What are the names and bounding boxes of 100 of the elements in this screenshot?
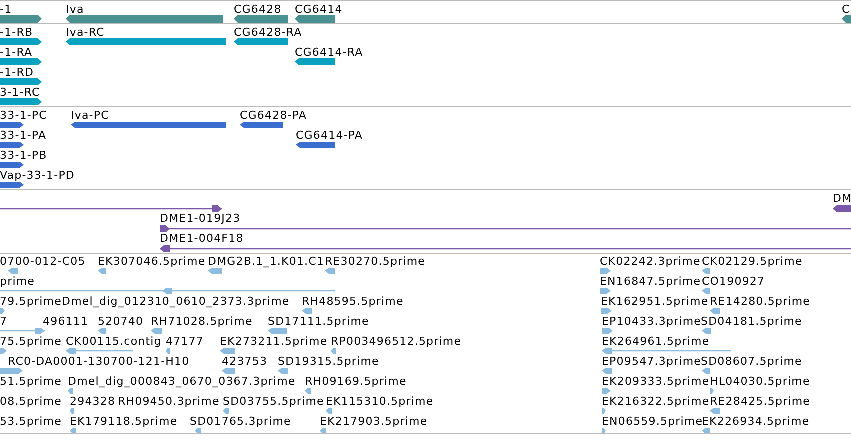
est-label: EK162951.5prime bbox=[601, 295, 709, 308]
protein-glyph[interactable] bbox=[0, 141, 24, 149]
transcript-glyph[interactable] bbox=[234, 38, 288, 46]
protein-label: 33-1-PA bbox=[0, 129, 47, 142]
gene-glyph[interactable] bbox=[842, 15, 851, 23]
est-glyph[interactable] bbox=[600, 267, 611, 275]
est-glyph[interactable] bbox=[702, 327, 711, 335]
est-glyph[interactable] bbox=[302, 307, 312, 315]
protein-label: 33-1-PC bbox=[0, 109, 48, 122]
est-glyph[interactable] bbox=[268, 327, 287, 335]
est-label: 294328 bbox=[70, 395, 116, 408]
est-glyph[interactable] bbox=[702, 427, 710, 433]
transcript-glyph[interactable] bbox=[66, 38, 226, 46]
est-label: 496111 bbox=[43, 315, 89, 328]
est-glyph[interactable] bbox=[223, 407, 229, 415]
est-label: EK209333.5prime bbox=[602, 375, 710, 388]
est-glyph[interactable] bbox=[710, 407, 720, 415]
transcript-label: -1-RB bbox=[0, 26, 34, 39]
clone-glyph[interactable] bbox=[833, 205, 851, 213]
est-glyph[interactable] bbox=[320, 427, 326, 433]
gene-label: -1 bbox=[0, 3, 12, 16]
est-label: EK226934.5prime bbox=[702, 415, 810, 428]
est-glyph[interactable] bbox=[166, 347, 170, 355]
est-glyph[interactable] bbox=[602, 347, 731, 355]
est-glyph[interactable] bbox=[151, 327, 162, 335]
gene-glyph[interactable] bbox=[295, 15, 335, 23]
transcript-glyph[interactable] bbox=[0, 38, 42, 46]
est-label: EP09547.3prime bbox=[602, 355, 702, 368]
clone-glyph[interactable] bbox=[0, 205, 222, 213]
est-glyph[interactable] bbox=[70, 407, 74, 415]
est-glyph[interactable] bbox=[0, 307, 5, 315]
transcript-glyph[interactable] bbox=[0, 58, 42, 66]
est-glyph[interactable] bbox=[222, 367, 235, 375]
est-glyph[interactable] bbox=[600, 287, 611, 295]
transcript-glyph[interactable] bbox=[0, 78, 42, 86]
est-label: 520740 bbox=[98, 315, 144, 328]
est-label: CO190927 bbox=[702, 275, 766, 288]
est-label: EN06559.5prime bbox=[602, 415, 704, 428]
est-glyph[interactable] bbox=[702, 367, 710, 375]
est-glyph[interactable] bbox=[710, 307, 720, 315]
est-glyph[interactable] bbox=[70, 427, 76, 433]
est-glyph[interactable] bbox=[0, 287, 335, 295]
est-glyph[interactable] bbox=[602, 367, 612, 375]
est-label: 79.5prime bbox=[0, 295, 62, 308]
est-label: SD04181.5prime bbox=[701, 315, 802, 328]
transcript-glyph[interactable] bbox=[0, 98, 42, 106]
est-glyph[interactable] bbox=[220, 347, 235, 355]
est-glyph[interactable] bbox=[702, 287, 710, 295]
clone-glyph[interactable] bbox=[160, 245, 851, 253]
protein-label: Vap-33-1-PD bbox=[0, 169, 76, 182]
est-glyph[interactable] bbox=[602, 407, 606, 415]
est-glyph[interactable] bbox=[602, 387, 611, 395]
est-glyph[interactable] bbox=[710, 387, 714, 395]
est-label: 53.5prime bbox=[0, 415, 62, 428]
est-glyph[interactable] bbox=[8, 267, 18, 275]
est-label: Dmel_dig_000843_0670_0367.3prime bbox=[68, 375, 296, 388]
est-glyph[interactable] bbox=[602, 427, 606, 433]
est-label: CK02242.3prime bbox=[600, 255, 701, 268]
est-label: 0700-012-C05 bbox=[0, 255, 86, 268]
protein-glyph[interactable] bbox=[71, 121, 226, 129]
est-glyph[interactable] bbox=[68, 387, 73, 395]
est-label: RC0-DA0001-130700-121-H10 bbox=[8, 355, 190, 368]
est-label: SD01765.3prime bbox=[190, 415, 292, 428]
clone-label: DM bbox=[833, 192, 851, 205]
est-glyph[interactable] bbox=[208, 267, 222, 275]
est-glyph[interactable] bbox=[0, 347, 7, 355]
protein-label: 33-1-PB bbox=[0, 149, 48, 162]
est-glyph[interactable] bbox=[331, 347, 336, 355]
protein-glyph[interactable] bbox=[0, 121, 24, 129]
est-glyph[interactable] bbox=[305, 387, 311, 395]
est-glyph[interactable] bbox=[66, 347, 133, 355]
est-glyph[interactable] bbox=[602, 327, 613, 335]
est-glyph[interactable] bbox=[195, 427, 201, 433]
est-glyph[interactable] bbox=[98, 327, 106, 335]
est-glyph[interactable] bbox=[98, 267, 106, 275]
est-glyph[interactable] bbox=[702, 267, 710, 275]
est-glyph[interactable] bbox=[601, 307, 612, 315]
est-label: EK273211.5prime bbox=[220, 335, 328, 348]
est-label: 7 bbox=[0, 315, 8, 328]
transcript-label: 3-1-RC bbox=[0, 86, 40, 99]
est-glyph[interactable] bbox=[0, 327, 45, 335]
gene-glyph[interactable] bbox=[234, 15, 288, 23]
protein-glyph[interactable] bbox=[0, 181, 24, 189]
est-label: EK216322.5prime bbox=[602, 395, 710, 408]
est-glyph[interactable] bbox=[278, 367, 288, 375]
est-glyph[interactable] bbox=[0, 367, 23, 375]
est-label: RE28425.5prime bbox=[710, 395, 811, 408]
est-label: SD19315.5prime bbox=[278, 355, 380, 368]
gene-glyph[interactable] bbox=[0, 15, 42, 23]
transcript-glyph[interactable] bbox=[295, 58, 335, 66]
protein-glyph[interactable] bbox=[296, 141, 335, 149]
est-glyph[interactable] bbox=[325, 267, 335, 275]
est-glyph[interactable] bbox=[326, 407, 332, 415]
protein-glyph[interactable] bbox=[240, 121, 283, 129]
gene-label: CG6414 bbox=[295, 3, 343, 16]
protein-glyph[interactable] bbox=[0, 161, 24, 169]
transcript-label: CG6428-RA bbox=[234, 26, 302, 39]
est-label: SD17111.5prime bbox=[268, 315, 370, 328]
est-label: EP10433.3prime bbox=[602, 315, 702, 328]
clone-glyph[interactable] bbox=[160, 225, 851, 233]
